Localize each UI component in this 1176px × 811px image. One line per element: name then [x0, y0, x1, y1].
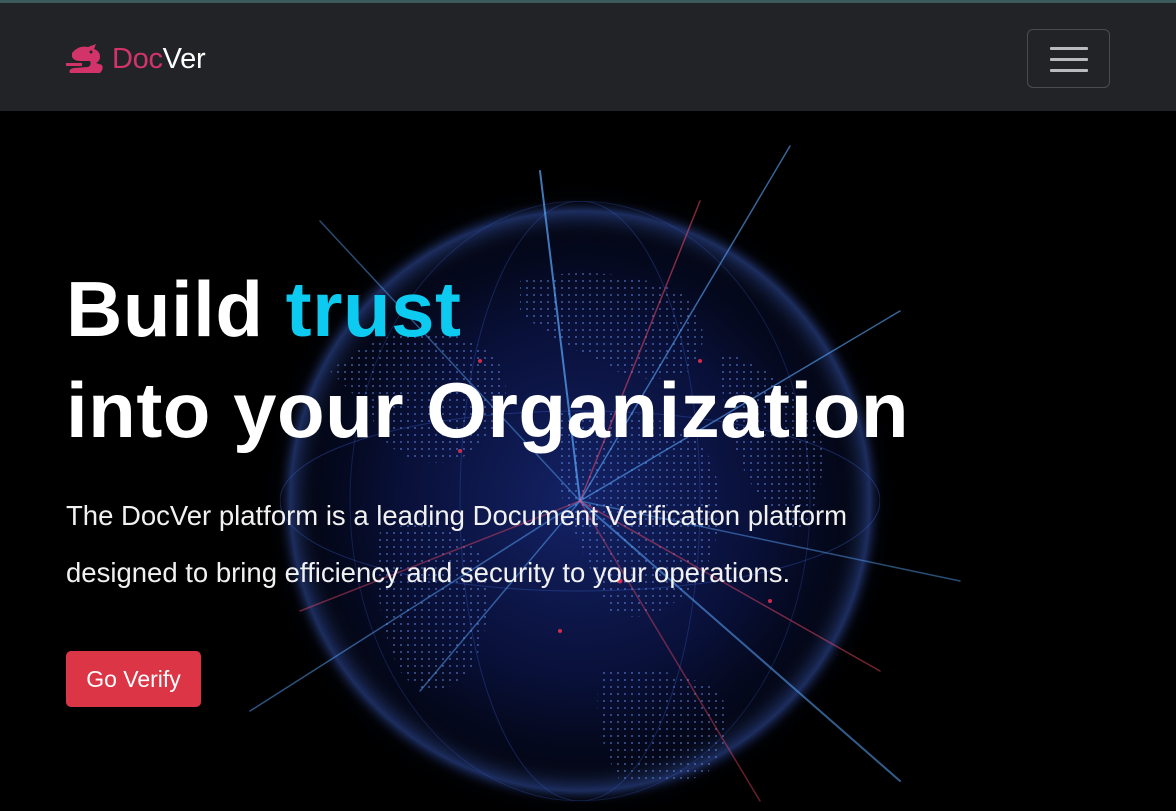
- hero-section: Build trust into your Organization The Do…: [0, 111, 1176, 811]
- hero-title-accent: trust: [285, 265, 462, 353]
- hero-title-line2: into your Organization: [66, 366, 909, 454]
- hero-lead-line1: The DocVer platform is a leading Documen…: [66, 500, 848, 531]
- go-verify-button[interactable]: Go Verify: [66, 651, 201, 707]
- brand-name-ver: Ver: [162, 43, 206, 75]
- brand-link[interactable]: DocVer: [66, 41, 206, 77]
- navbar-toggler-button[interactable]: [1027, 29, 1110, 88]
- horse-logo-icon: [66, 44, 103, 73]
- hero-lead: The DocVer platform is a leading Documen…: [66, 487, 966, 601]
- hero-lead-line2: designed to bring efficiency and securit…: [66, 557, 791, 588]
- hero-title-word: Build: [66, 265, 286, 353]
- hero-title: Build trust into your Organization: [66, 259, 909, 461]
- navbar: DocVer: [0, 3, 1176, 111]
- brand-name: DocVer: [112, 41, 206, 77]
- brand-name-doc: Doc: [112, 43, 163, 75]
